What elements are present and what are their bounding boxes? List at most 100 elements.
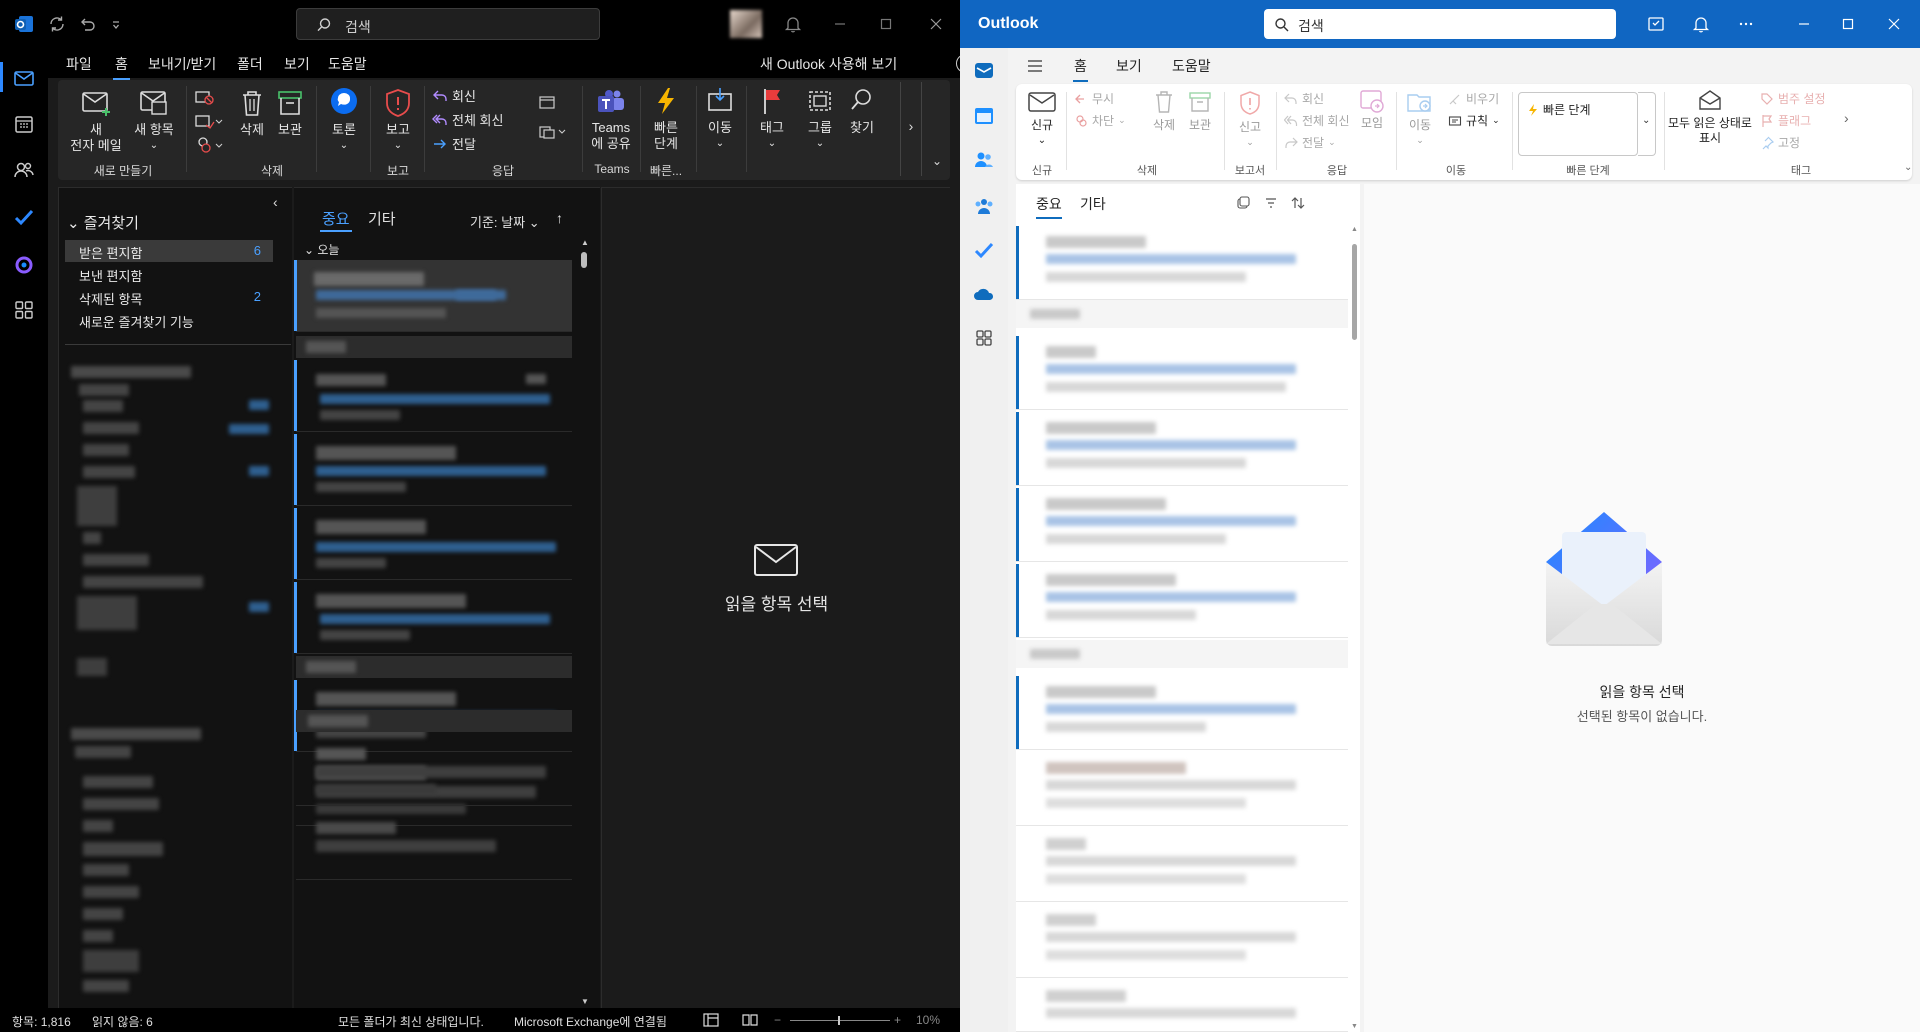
delete-button[interactable]: 삭제 xyxy=(1146,90,1182,133)
sort-icon[interactable] xyxy=(1290,195,1306,211)
redacted-folder[interactable] xyxy=(83,820,113,832)
sync-icon[interactable] xyxy=(47,14,67,34)
mark-all-read-button[interactable]: 모두 읽은 상태로 표시 xyxy=(1668,88,1752,146)
message-item[interactable] xyxy=(1016,828,1348,902)
meeting-button[interactable]: 모임 xyxy=(1354,88,1390,131)
block-button[interactable]: 차단 ⌄ xyxy=(1074,112,1126,129)
redacted-folder[interactable] xyxy=(83,400,123,412)
cleanup-icon[interactable] xyxy=(194,112,224,130)
delete-button[interactable]: 삭제 xyxy=(232,88,272,138)
redacted-folder[interactable] xyxy=(83,532,101,544)
tab-home[interactable]: 홈 xyxy=(1073,56,1088,82)
redacted-folder[interactable] xyxy=(83,864,129,876)
group-header[interactable] xyxy=(296,336,572,358)
message-list-scrollbar[interactable]: ▲ ▼ xyxy=(578,238,590,1006)
group-header[interactable] xyxy=(1016,300,1348,328)
ignore-button[interactable]: 무시 xyxy=(1074,90,1114,107)
scroll-up-icon[interactable]: ▲ xyxy=(1351,226,1358,233)
avatar[interactable] xyxy=(730,10,762,38)
redacted-folder[interactable] xyxy=(83,576,203,588)
new-search-box[interactable]: 검색 xyxy=(1264,9,1616,39)
undo-icon[interactable] xyxy=(77,14,97,34)
redacted-folder[interactable] xyxy=(83,776,153,788)
redacted-folder[interactable] xyxy=(77,596,137,630)
forward-button[interactable]: 전달 ⌄ xyxy=(1284,134,1336,151)
move-button[interactable]: 이동 ⌄ xyxy=(700,86,740,152)
new-item-button[interactable]: 새 항목 ⌄ xyxy=(128,88,180,154)
redacted-folder[interactable] xyxy=(83,950,139,972)
group-button[interactable]: 그룹 ⌄ xyxy=(800,86,840,152)
tab-file[interactable]: 파일 xyxy=(66,54,92,74)
tab-home[interactable]: 홈 xyxy=(113,54,130,80)
tab-send-receive[interactable]: 보내기/받기 xyxy=(148,54,216,74)
group-header[interactable] xyxy=(296,656,572,678)
mail-icon[interactable] xyxy=(972,58,996,82)
scroll-thumb[interactable] xyxy=(581,252,587,268)
customize-qat-icon[interactable] xyxy=(106,14,126,34)
category-button[interactable]: 범주 설정 xyxy=(1760,90,1826,107)
group-header[interactable] xyxy=(296,710,572,732)
message-item[interactable] xyxy=(1016,226,1348,300)
message-item[interactable] xyxy=(1016,980,1348,1032)
message-item[interactable] xyxy=(1016,752,1348,826)
zoom-slider-thumb[interactable] xyxy=(838,1016,840,1025)
message-item[interactable] xyxy=(1016,412,1348,486)
reply-all-button[interactable]: 전체 회신 xyxy=(432,110,503,129)
tag-button[interactable]: 태그 ⌄ xyxy=(752,86,792,152)
redacted-folder[interactable] xyxy=(83,554,149,566)
redacted-folder[interactable] xyxy=(75,746,131,758)
redacted-folder[interactable] xyxy=(83,930,113,942)
reply-button[interactable]: 회신 xyxy=(432,86,476,105)
quick-steps-dropdown[interactable]: ⌄ xyxy=(1638,92,1656,156)
apps-icon[interactable] xyxy=(972,326,996,350)
group-header-today[interactable]: ⌄ 오늘 xyxy=(294,238,572,260)
report-button[interactable]: 신고 ⌄ xyxy=(1230,90,1270,150)
redacted-folder[interactable] xyxy=(83,466,135,478)
calendar-icon[interactable] xyxy=(12,112,36,136)
message-item[interactable] xyxy=(1016,904,1348,978)
more-icon[interactable] xyxy=(1736,14,1756,34)
reply-all-button[interactable]: 전체 회신 xyxy=(1284,112,1350,129)
tab-folder[interactable]: 폴더 xyxy=(237,54,263,74)
sort-by-dropdown[interactable]: 기준: 날짜 ⌄ xyxy=(470,212,540,231)
tab-help[interactable]: 도움말 xyxy=(328,54,367,74)
new-mail-button[interactable]: 새 전자 메일 xyxy=(66,88,126,154)
tab-other[interactable]: 기타 xyxy=(368,208,396,229)
forward-button[interactable]: 전달 xyxy=(432,134,476,153)
minimize-icon[interactable] xyxy=(1794,14,1814,34)
redacted-folder[interactable] xyxy=(79,384,129,396)
people-icon[interactable] xyxy=(12,158,36,182)
close-icon[interactable] xyxy=(1884,14,1904,34)
folder-inbox[interactable]: 받은 편지함 6 xyxy=(65,240,273,262)
tab-view[interactable]: 보기 xyxy=(284,54,310,74)
redacted-folder[interactable] xyxy=(83,842,163,856)
tab-focused[interactable]: 중요 xyxy=(322,208,350,229)
compose-icon[interactable] xyxy=(1646,14,1666,34)
quick-steps-button[interactable]: 빠른 단계 xyxy=(644,86,688,152)
redacted-folder[interactable] xyxy=(83,980,129,992)
rules-button[interactable]: 규칙 ⌄ xyxy=(1448,112,1500,129)
reply-button[interactable]: 회신 xyxy=(1284,90,1324,107)
pin-button[interactable]: 고정 xyxy=(1760,134,1800,151)
maximize-icon[interactable] xyxy=(876,14,896,34)
redacted-account-header[interactable] xyxy=(71,728,201,740)
empty-button[interactable]: 비우기 xyxy=(1448,90,1499,107)
tab-other[interactable]: 기타 xyxy=(1080,194,1106,214)
archive-button[interactable]: 보관 xyxy=(270,88,310,138)
maximize-icon[interactable] xyxy=(1838,14,1858,34)
message-item[interactable] xyxy=(294,508,572,580)
message-item[interactable] xyxy=(294,582,572,654)
redacted-folder[interactable] xyxy=(83,886,139,898)
filter-icon[interactable] xyxy=(1264,196,1278,210)
redacted-folder[interactable] xyxy=(83,908,123,920)
junk-icon[interactable] xyxy=(194,136,224,154)
redacted-folder[interactable] xyxy=(83,444,129,456)
ribbon-scroll-right[interactable]: › xyxy=(1844,110,1849,126)
ignore-icon[interactable] xyxy=(194,88,214,106)
flag-button[interactable]: 플래그 xyxy=(1760,112,1811,129)
scroll-down-icon[interactable]: ▼ xyxy=(1351,1023,1358,1030)
zoom-in-icon[interactable]: + xyxy=(894,1013,901,1027)
close-icon[interactable] xyxy=(926,14,946,34)
todo-icon[interactable] xyxy=(12,205,36,229)
message-item[interactable] xyxy=(1016,336,1348,410)
